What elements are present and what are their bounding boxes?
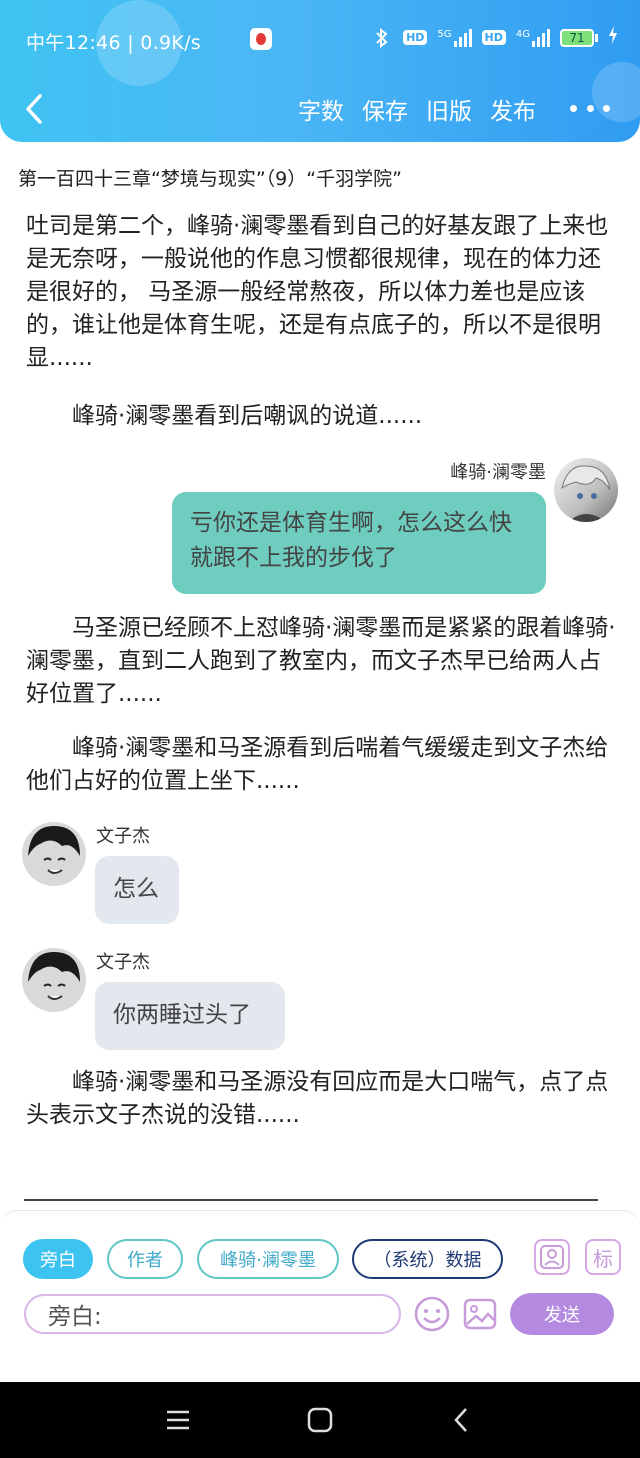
status-bar: 中午12:46 | 0.9K/s HD 5G HD 4G 71	[0, 24, 640, 58]
publish-button[interactable]: 发布	[490, 92, 536, 126]
back-arrow-icon	[26, 94, 42, 124]
message-input[interactable]: 旁白:	[24, 1294, 401, 1334]
app-header: 中午12:46 | 0.9K/s HD 5G HD 4G 71 字数 保存 旧版…	[0, 0, 640, 142]
narration-paragraph: 峰骑·澜零墨看到后嘲讽的说道......	[72, 403, 423, 429]
network-type-label: 4G	[515, 28, 530, 40]
network-type-label: 5G	[437, 28, 452, 40]
signal-4g-icon: 4G	[515, 28, 550, 47]
sender-name: 文子杰	[96, 952, 150, 973]
avatar-character-icon	[28, 952, 80, 1000]
sender-name: 文子杰	[96, 826, 150, 847]
save-button[interactable]: 保存	[362, 92, 408, 126]
chat-bubble: 你两睡过头了	[95, 982, 285, 1050]
chat-message-right: 峰骑·澜零墨 亏你还是体育生啊，怎么这么快就跟不上我的步伐了	[0, 452, 640, 602]
home-icon[interactable]	[304, 1404, 336, 1436]
more-options-icon[interactable]	[570, 96, 610, 120]
status-time: 中午12:46 | 0.9K/s	[26, 32, 202, 54]
emoji-button[interactable]	[414, 1296, 450, 1332]
role-chip-author[interactable]: 作者	[107, 1239, 183, 1279]
avatar[interactable]	[554, 458, 618, 522]
image-button[interactable]	[462, 1296, 498, 1332]
chat-message-left: 文子杰 你两睡过头了	[0, 948, 640, 1052]
bluetooth-icon	[371, 27, 393, 49]
emoji-icon	[414, 1296, 450, 1332]
back-button[interactable]	[20, 90, 52, 128]
system-nav-bar	[0, 1382, 640, 1458]
battery-level: 71	[560, 28, 594, 47]
role-chip-narration[interactable]: 旁白	[23, 1239, 93, 1279]
send-button[interactable]: 发送	[510, 1293, 614, 1335]
avatar-character-icon	[28, 826, 80, 874]
hd-badge: HD	[481, 30, 506, 45]
story-content: 第一百四十三章“梦境与现实”（9）“千羽学院” 吐司是第二个，峰骑·澜零墨看到自…	[0, 142, 640, 1212]
narration-paragraph: 峰骑·澜零墨和马圣源看到后喘着气缓缓走到文子杰给他们占好的位置上坐下......	[26, 735, 609, 794]
map-app-icon	[250, 28, 272, 50]
charging-icon	[608, 26, 618, 49]
recents-menu-icon[interactable]	[162, 1404, 194, 1436]
chat-bubble: 怎么	[95, 856, 179, 924]
status-icons: HD 5G HD 4G 71	[371, 26, 618, 49]
sender-name: 峰骑·澜零墨	[450, 462, 546, 483]
contact-card-icon	[540, 1245, 564, 1269]
narration-paragraph: 吐司是第二个，峰骑·澜零墨看到自己的好基友跟了上来也是无奈呀，一般说他的作息习惯…	[26, 213, 609, 371]
chat-bubble: 亏你还是体育生啊，怎么这么快就跟不上我的步伐了	[172, 492, 546, 594]
tag-button[interactable]: 标	[585, 1239, 621, 1275]
avatar[interactable]	[22, 948, 86, 1012]
nav-row: 字数 保存 旧版 发布	[0, 86, 640, 132]
chat-message-left: 文子杰 怎么	[0, 822, 640, 926]
narration-paragraph: 峰骑·澜零墨和马圣源没有回应而是大口喘气，点了点头表示文子杰说的没错......	[26, 1069, 609, 1128]
narration-paragraph: 马圣源已经顾不上怼峰骑·澜零墨而是紧紧的跟着峰骑·澜零墨，直到二人跑到了教室内，…	[26, 615, 616, 707]
avatar[interactable]	[22, 822, 86, 886]
image-icon	[463, 1298, 497, 1330]
header-actions: 字数 保存 旧版 发布	[298, 92, 536, 126]
chapter-title: 第一百四十三章“梦境与现实”（9）“千羽学院”	[18, 168, 402, 190]
signal-5g-icon: 5G	[437, 28, 472, 47]
role-chip-system-data[interactable]: （系统）数据	[352, 1239, 503, 1279]
hd-badge: HD	[403, 30, 428, 45]
avatar-character-icon	[561, 465, 611, 522]
composer: 旁白 作者 峰骑·澜零墨 （系统）数据 标 旁白: 发送	[0, 1210, 640, 1382]
old-version-button[interactable]: 旧版	[426, 92, 472, 126]
system-back-icon[interactable]	[446, 1404, 478, 1436]
battery-icon: 71	[560, 28, 598, 47]
word-count-button[interactable]: 字数	[298, 92, 344, 126]
add-character-button[interactable]	[534, 1239, 570, 1275]
content-divider	[24, 1199, 598, 1201]
role-chip-character[interactable]: 峰骑·澜零墨	[197, 1239, 339, 1279]
